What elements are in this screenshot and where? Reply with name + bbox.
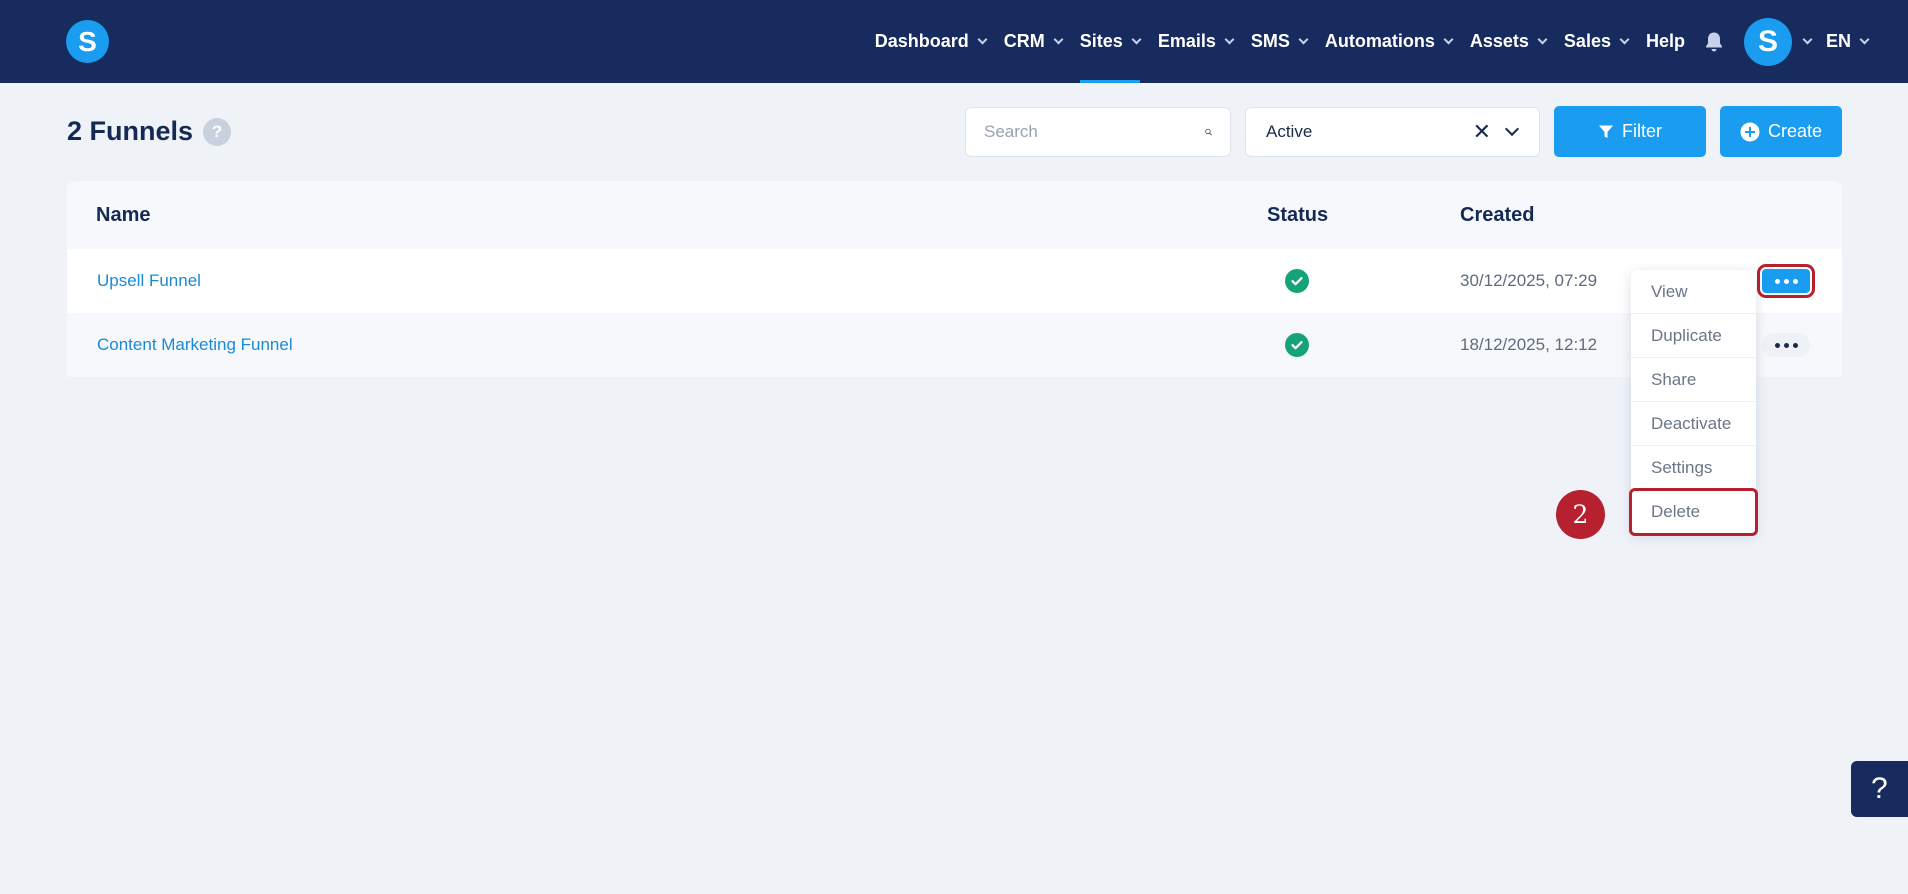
nav-assets[interactable]: Assets xyxy=(1461,0,1555,83)
nav-dashboard[interactable]: Dashboard xyxy=(866,0,995,83)
nav-sms[interactable]: SMS xyxy=(1242,0,1316,83)
create-button-label: Create xyxy=(1767,121,1823,141)
filter-button[interactable]: Filter xyxy=(1554,106,1706,157)
chevron-down-icon xyxy=(1802,34,1813,45)
column-header-created[interactable]: Created xyxy=(1460,204,1534,227)
nav-label: Emails xyxy=(1157,31,1216,51)
filter-button-label: Filter xyxy=(1622,121,1662,141)
nav-label: SMS xyxy=(1250,31,1290,51)
bell-icon[interactable] xyxy=(1694,0,1734,83)
nav-label: Sales xyxy=(1563,31,1611,51)
status-select-value: Active xyxy=(1266,122,1313,141)
table-row: Upsell Funnel 30/12/2025, 07:29 xyxy=(67,249,1842,313)
chevron-down-icon[interactable] xyxy=(1504,121,1520,137)
created-date: 30/12/2025, 07:29 xyxy=(1460,271,1598,290)
nav-label: Assets xyxy=(1469,31,1529,51)
column-header-name[interactable]: Name xyxy=(96,204,150,227)
menu-item-duplicate[interactable]: Duplicate xyxy=(1631,314,1756,358)
menu-item-settings[interactable]: Settings xyxy=(1631,446,1756,490)
active-status-icon xyxy=(1285,333,1309,357)
table-row: Content Marketing Funnel 18/12/2025, 12:… xyxy=(67,313,1842,377)
clear-icon[interactable]: ✕ xyxy=(1473,119,1491,145)
top-navbar: S Dashboard CRM Sites Emails SMS Automat… xyxy=(0,0,1908,83)
status-select[interactable]: Active ✕ xyxy=(1245,107,1540,157)
nav-automations[interactable]: Automations xyxy=(1316,0,1461,83)
nav-label: Automations xyxy=(1324,31,1435,51)
chevron-down-icon xyxy=(1298,34,1309,45)
funnel-name-link[interactable]: Upsell Funnel xyxy=(97,271,201,291)
nav-label: Sites xyxy=(1079,31,1123,51)
row-actions-button[interactable] xyxy=(1757,264,1815,298)
nav-crm[interactable]: CRM xyxy=(995,0,1071,83)
nav-label: Dashboard xyxy=(874,31,969,51)
search-box xyxy=(965,107,1231,157)
menu-item-delete[interactable]: Delete xyxy=(1629,488,1758,536)
menu-item-view[interactable]: View xyxy=(1631,270,1756,314)
row-actions-menu: View Duplicate Share Deactivate Settings… xyxy=(1629,270,1758,536)
language-selector[interactable]: EN xyxy=(1817,0,1908,83)
menu-item-share[interactable]: Share xyxy=(1631,358,1756,402)
row-actions-button[interactable] xyxy=(1762,333,1810,357)
nav-help[interactable]: Help xyxy=(1637,0,1694,83)
chevron-down-icon xyxy=(977,34,988,45)
menu-item-deactivate[interactable]: Deactivate xyxy=(1631,402,1756,446)
plus-circle-icon xyxy=(1740,122,1760,141)
page-title: 2 Funnels ? xyxy=(67,116,232,147)
chevron-down-icon xyxy=(1537,34,1548,45)
chevron-down-icon xyxy=(1443,34,1454,45)
step-number-badge: 2 xyxy=(1556,490,1605,539)
search-icon[interactable] xyxy=(1205,122,1212,142)
main-nav: Dashboard CRM Sites Emails SMS Automatio… xyxy=(866,0,1908,83)
funnel-name-link[interactable]: Content Marketing Funnel xyxy=(97,335,293,355)
chevron-down-icon xyxy=(1859,34,1870,45)
nav-sales[interactable]: Sales xyxy=(1555,0,1637,83)
create-button[interactable]: Create xyxy=(1720,106,1842,157)
help-icon[interactable]: ? xyxy=(203,117,232,146)
page-title-text: 2 Funnels xyxy=(67,116,194,146)
chevron-down-icon xyxy=(1224,34,1235,45)
chevron-down-icon xyxy=(1053,34,1064,45)
help-chat-button[interactable]: ? xyxy=(1851,761,1908,817)
language-label: EN xyxy=(1825,31,1851,51)
funnel-icon xyxy=(1599,125,1613,138)
column-header-status[interactable]: Status xyxy=(1267,204,1328,227)
nav-label: CRM xyxy=(1003,31,1045,51)
chevron-down-icon xyxy=(1131,34,1142,45)
avatar: S xyxy=(1743,17,1792,66)
search-input[interactable] xyxy=(984,122,1205,142)
brand-logo[interactable]: S xyxy=(66,20,109,63)
user-menu[interactable]: S xyxy=(1734,0,1817,83)
created-date: 18/12/2025, 12:12 xyxy=(1460,335,1598,354)
active-status-icon xyxy=(1285,269,1309,293)
nav-emails[interactable]: Emails xyxy=(1149,0,1242,83)
nav-sites[interactable]: Sites xyxy=(1071,0,1149,83)
chevron-down-icon xyxy=(1619,34,1630,45)
